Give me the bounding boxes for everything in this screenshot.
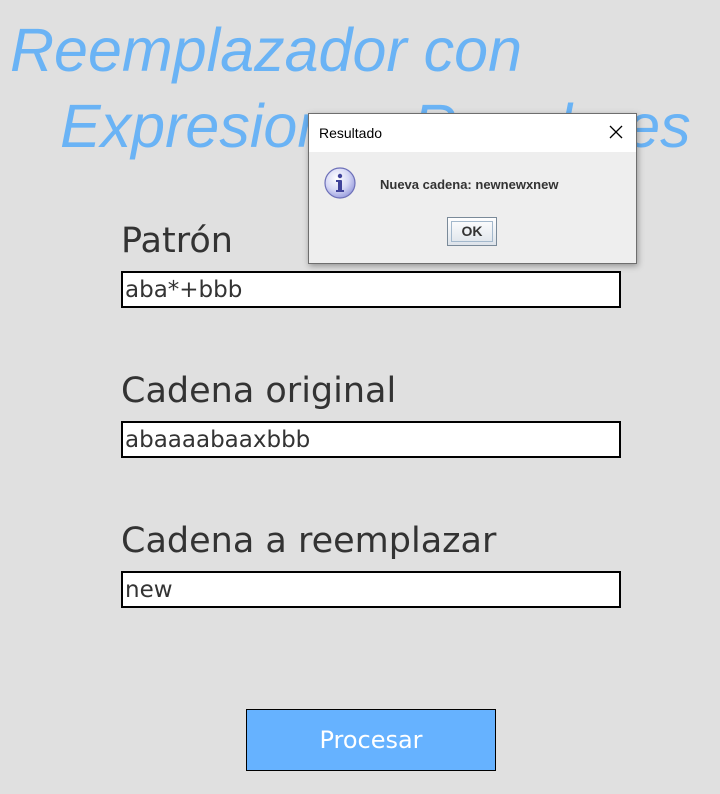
app-title-line-1: Reemplazador con xyxy=(10,16,523,84)
replacement-string-label: Cadena a reemplazar xyxy=(121,521,497,561)
result-dialog: Resultado Nueva cadena: newnewxnew OK xyxy=(308,113,637,264)
dialog-message: Nueva cadena: newnewxnew xyxy=(380,177,559,192)
close-icon[interactable] xyxy=(608,124,624,140)
ok-button-label: OK xyxy=(461,223,483,239)
ok-button[interactable]: OK xyxy=(447,217,497,246)
original-string-input[interactable] xyxy=(121,421,621,458)
pattern-input[interactable] xyxy=(121,271,621,308)
info-icon xyxy=(323,166,357,200)
original-string-label: Cadena original xyxy=(121,371,397,411)
pattern-label: Patrón xyxy=(121,221,233,261)
replacement-string-input[interactable] xyxy=(121,571,621,608)
dialog-titlebar[interactable]: Resultado xyxy=(309,114,636,152)
process-button[interactable]: Procesar xyxy=(246,709,496,771)
dialog-title: Resultado xyxy=(319,125,383,141)
